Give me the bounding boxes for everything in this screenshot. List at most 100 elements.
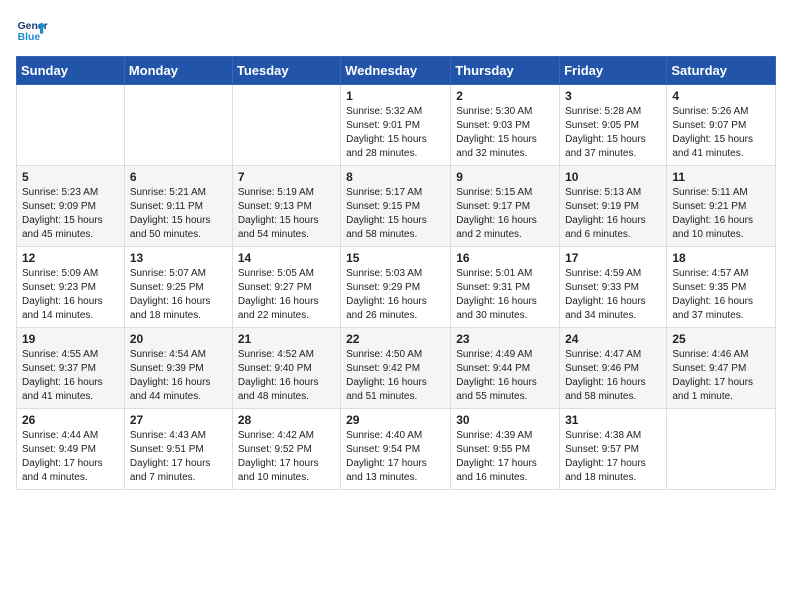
calendar-cell: 28 Sunrise: 4:42 AM Sunset: 9:52 PM Dayli… [232, 409, 340, 490]
day-info: Sunrise: 4:55 AM Sunset: 9:37 PM Dayligh… [22, 348, 119, 404]
day-info: Sunrise: 4:38 AM Sunset: 9:57 PM Dayligh… [565, 429, 661, 485]
calendar-cell [232, 85, 340, 166]
calendar-cell: 12 Sunrise: 5:09 AM Sunset: 9:23 PM Dayli… [17, 247, 125, 328]
day-info: Sunrise: 5:26 AM Sunset: 9:07 PM Dayligh… [672, 105, 770, 161]
day-header-saturday: Saturday [667, 57, 776, 85]
day-number: 6 [130, 170, 227, 184]
day-header-sunday: Sunday [17, 57, 125, 85]
day-info: Sunrise: 5:17 AM Sunset: 9:15 PM Dayligh… [346, 186, 445, 242]
calendar-cell: 24 Sunrise: 4:47 AM Sunset: 9:46 PM Dayli… [560, 328, 667, 409]
day-number: 27 [130, 413, 227, 427]
day-number: 7 [238, 170, 335, 184]
calendar-week-5: 26Sunrise: 4:44 AM Sunset: 9:49 PM Dayli… [17, 409, 776, 490]
day-info: Sunrise: 5:05 AM Sunset: 9:27 PM Dayligh… [238, 267, 335, 323]
calendar-cell: 20Sunrise: 4:54 AM Sunset: 9:39 PM Dayli… [124, 328, 232, 409]
day-info: Sunrise: 5:11 AM Sunset: 9:21 PM Dayligh… [672, 186, 770, 242]
calendar-cell: 3 Sunrise: 5:28 AM Sunset: 9:05 PM Daylig… [560, 85, 667, 166]
day-info: Sunrise: 5:21 AM Sunset: 9:11 PM Dayligh… [130, 186, 227, 242]
day-info: Sunrise: 4:44 AM Sunset: 9:49 PM Dayligh… [22, 429, 119, 485]
day-number: 2 [456, 89, 554, 103]
day-number: 11 [672, 170, 770, 184]
calendar-cell: 19 Sunrise: 4:55 AM Sunset: 9:37 PM Dayli… [17, 328, 125, 409]
day-number: 23 [456, 332, 554, 346]
day-number: 17 [565, 251, 661, 265]
page-header: General Blue [16, 16, 776, 48]
calendar: SundayMondayTuesdayWednesdayThursdayFrid… [16, 56, 776, 490]
calendar-cell [17, 85, 125, 166]
day-number: 8 [346, 170, 445, 184]
day-number: 10 [565, 170, 661, 184]
calendar-cell: 25 Sunrise: 4:46 AM Sunset: 9:47 PM Dayli… [667, 328, 776, 409]
day-info: Sunrise: 5:28 AM Sunset: 9:05 PM Dayligh… [565, 105, 661, 161]
svg-text:Blue: Blue [18, 32, 41, 43]
day-number: 24 [565, 332, 661, 346]
day-info: Sunrise: 4:47 AM Sunset: 9:46 PM Dayligh… [565, 348, 661, 404]
day-number: 19 [22, 332, 119, 346]
day-number: 4 [672, 89, 770, 103]
calendar-cell: 8 Sunrise: 5:17 AM Sunset: 9:15 PM Daylig… [341, 166, 451, 247]
calendar-week-2: 5 Sunrise: 5:23 AM Sunset: 9:09 PM Daylig… [17, 166, 776, 247]
calendar-cell: 27 Sunrise: 4:43 AM Sunset: 9:51 PM Dayli… [124, 409, 232, 490]
day-info: Sunrise: 5:13 AM Sunset: 9:19 PM Dayligh… [565, 186, 661, 242]
day-info: Sunrise: 4:40 AM Sunset: 9:54 PM Dayligh… [346, 429, 445, 485]
calendar-cell [667, 409, 776, 490]
day-info: Sunrise: 4:57 AM Sunset: 9:35 PM Dayligh… [672, 267, 770, 323]
day-info: Sunrise: 4:46 AM Sunset: 9:47 PM Dayligh… [672, 348, 770, 404]
calendar-cell: 22 Sunrise: 4:50 AM Sunset: 9:42 PM Dayli… [341, 328, 451, 409]
day-header-thursday: Thursday [451, 57, 560, 85]
day-info: Sunrise: 4:39 AM Sunset: 9:55 PM Dayligh… [456, 429, 554, 485]
calendar-cell: 9Sunrise: 5:15 AM Sunset: 9:17 PM Daylig… [451, 166, 560, 247]
day-info: Sunrise: 4:52 AM Sunset: 9:40 PM Dayligh… [238, 348, 335, 404]
day-number: 22 [346, 332, 445, 346]
calendar-cell: 18 Sunrise: 4:57 AM Sunset: 9:35 PM Dayli… [667, 247, 776, 328]
calendar-cell: 21 Sunrise: 4:52 AM Sunset: 9:40 PM Dayli… [232, 328, 340, 409]
day-info: Sunrise: 4:50 AM Sunset: 9:42 PM Dayligh… [346, 348, 445, 404]
calendar-week-1: 1 Sunrise: 5:32 AM Sunset: 9:01 PM Daylig… [17, 85, 776, 166]
calendar-cell: 31 Sunrise: 4:38 AM Sunset: 9:57 PM Dayli… [560, 409, 667, 490]
day-number: 28 [238, 413, 335, 427]
calendar-week-4: 19 Sunrise: 4:55 AM Sunset: 9:37 PM Dayli… [17, 328, 776, 409]
day-header-tuesday: Tuesday [232, 57, 340, 85]
day-info: Sunrise: 5:32 AM Sunset: 9:01 PM Dayligh… [346, 105, 445, 161]
calendar-cell: 14 Sunrise: 5:05 AM Sunset: 9:27 PM Dayli… [232, 247, 340, 328]
day-number: 21 [238, 332, 335, 346]
day-info: Sunrise: 4:59 AM Sunset: 9:33 PM Dayligh… [565, 267, 661, 323]
day-number: 31 [565, 413, 661, 427]
day-number: 13 [130, 251, 227, 265]
calendar-cell: 5 Sunrise: 5:23 AM Sunset: 9:09 PM Daylig… [17, 166, 125, 247]
day-info: Sunrise: 5:30 AM Sunset: 9:03 PM Dayligh… [456, 105, 554, 161]
day-info: Sunrise: 5:03 AM Sunset: 9:29 PM Dayligh… [346, 267, 445, 323]
day-number: 20 [130, 332, 227, 346]
calendar-cell: 2 Sunrise: 5:30 AM Sunset: 9:03 PM Daylig… [451, 85, 560, 166]
day-info: Sunrise: 4:49 AM Sunset: 9:44 PM Dayligh… [456, 348, 554, 404]
day-info: Sunrise: 4:43 AM Sunset: 9:51 PM Dayligh… [130, 429, 227, 485]
calendar-cell [124, 85, 232, 166]
day-number: 14 [238, 251, 335, 265]
day-number: 25 [672, 332, 770, 346]
calendar-cell: 17 Sunrise: 4:59 AM Sunset: 9:33 PM Dayli… [560, 247, 667, 328]
day-info: Sunrise: 5:23 AM Sunset: 9:09 PM Dayligh… [22, 186, 119, 242]
day-info: Sunrise: 5:09 AM Sunset: 9:23 PM Dayligh… [22, 267, 119, 323]
calendar-cell: 10 Sunrise: 5:13 AM Sunset: 9:19 PM Dayli… [560, 166, 667, 247]
calendar-cell: 11 Sunrise: 5:11 AM Sunset: 9:21 PM Dayli… [667, 166, 776, 247]
day-header-friday: Friday [560, 57, 667, 85]
calendar-cell: 26Sunrise: 4:44 AM Sunset: 9:49 PM Dayli… [17, 409, 125, 490]
day-number: 18 [672, 251, 770, 265]
day-number: 3 [565, 89, 661, 103]
day-number: 12 [22, 251, 119, 265]
day-number: 5 [22, 170, 119, 184]
day-info: Sunrise: 5:07 AM Sunset: 9:25 PM Dayligh… [130, 267, 227, 323]
day-info: Sunrise: 5:01 AM Sunset: 9:31 PM Dayligh… [456, 267, 554, 323]
day-header-wednesday: Wednesday [341, 57, 451, 85]
calendar-cell: 1 Sunrise: 5:32 AM Sunset: 9:01 PM Daylig… [341, 85, 451, 166]
logo-icon: General Blue [16, 16, 48, 48]
calendar-cell: 6 Sunrise: 5:21 AM Sunset: 9:11 PM Daylig… [124, 166, 232, 247]
day-number: 29 [346, 413, 445, 427]
day-number: 15 [346, 251, 445, 265]
day-info: Sunrise: 4:42 AM Sunset: 9:52 PM Dayligh… [238, 429, 335, 485]
day-info: Sunrise: 5:15 AM Sunset: 9:17 PM Dayligh… [456, 186, 554, 242]
day-info: Sunrise: 5:19 AM Sunset: 9:13 PM Dayligh… [238, 186, 335, 242]
calendar-cell: 15 Sunrise: 5:03 AM Sunset: 9:29 PM Dayli… [341, 247, 451, 328]
calendar-week-3: 12 Sunrise: 5:09 AM Sunset: 9:23 PM Dayli… [17, 247, 776, 328]
day-number: 1 [346, 89, 445, 103]
